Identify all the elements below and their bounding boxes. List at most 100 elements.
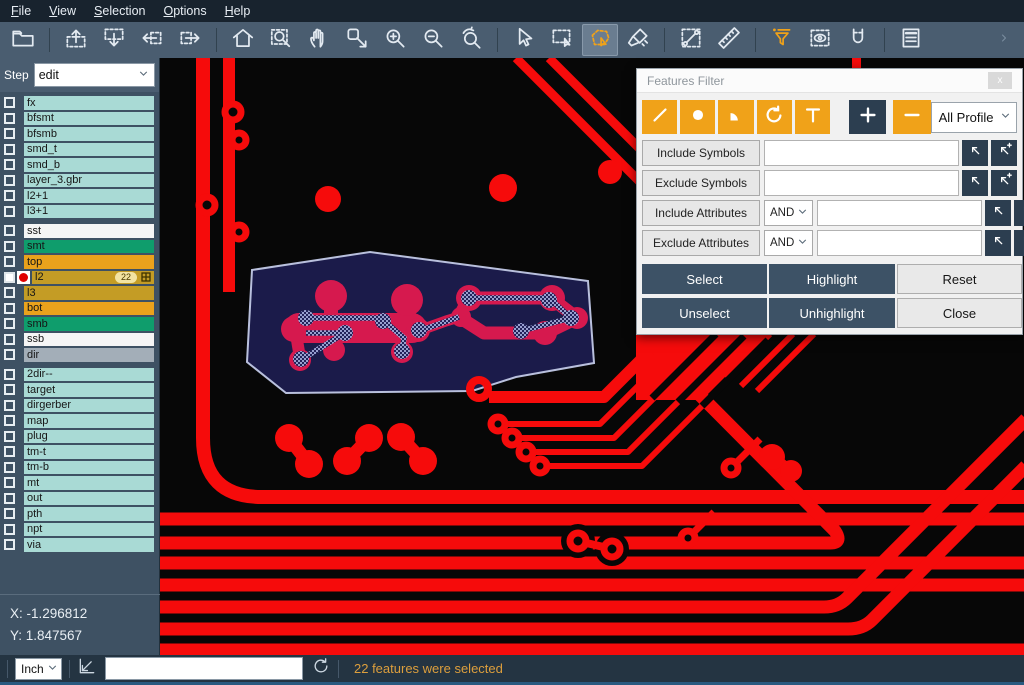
layer-visibility-checkbox[interactable] <box>4 225 15 236</box>
layer-visibility-checkbox[interactable] <box>4 256 15 267</box>
layer-color-bar[interactable]: bfsmb <box>24 127 154 141</box>
pad-shape-button[interactable] <box>718 100 753 134</box>
menu-item-file[interactable]: File <box>2 2 40 20</box>
unselect-button[interactable]: Unselect <box>642 298 767 328</box>
layers-panel-button[interactable] <box>893 24 929 56</box>
layer-color-bar[interactable]: pth <box>24 507 154 521</box>
layer-visibility-checkbox[interactable] <box>4 128 15 139</box>
zoom-out-button[interactable] <box>415 24 451 56</box>
layer-color-bar[interactable]: bfsmt <box>24 112 154 126</box>
layer-row-tm-t[interactable]: tm-t <box>0 445 159 459</box>
layer-color-bar[interactable]: smd_b <box>24 158 154 172</box>
layer-row-via[interactable]: via <box>0 538 159 552</box>
exclude-symbols-input[interactable] <box>764 170 959 196</box>
layer-visibility-checkbox[interactable] <box>4 369 15 380</box>
exclude-attributes-pick-add-button[interactable] <box>1014 230 1024 256</box>
layer-row-sst[interactable]: sst <box>0 224 159 238</box>
layer-color-bar[interactable]: ssb <box>24 333 154 347</box>
layer-color-bar[interactable]: tm-t <box>24 445 154 459</box>
include-attributes-operator-select[interactable]: AND <box>764 200 813 226</box>
layer-row-bfsmb[interactable]: bfsmb <box>0 127 159 141</box>
include-attributes-pick-add-button[interactable] <box>1014 200 1024 226</box>
exclude-symbols-pick-button[interactable] <box>962 170 988 196</box>
select-button[interactable]: Select <box>642 264 767 294</box>
layer-row-out[interactable]: out <box>0 492 159 506</box>
layer-visibility-checkbox[interactable] <box>4 318 15 329</box>
layer-color-bar[interactable]: dirgerber <box>24 399 154 413</box>
include-symbols-pick-add-button[interactable] <box>991 140 1017 166</box>
exclude-symbols-button[interactable]: Exclude Symbols <box>642 170 760 196</box>
highlight-button[interactable]: Highlight <box>769 264 895 294</box>
menu-item-view[interactable]: View <box>40 2 85 20</box>
layer-color-bar[interactable]: fx <box>24 96 154 110</box>
measure-corner-icon[interactable] <box>77 656 97 681</box>
layer-color-bar[interactable]: mt <box>24 476 154 490</box>
layer-color-bar[interactable]: smb <box>24 317 154 331</box>
layer-color-bar[interactable]: l222 <box>32 271 154 285</box>
home-view-button[interactable] <box>225 24 261 56</box>
step-right-button[interactable] <box>172 24 208 56</box>
layer-color-bar[interactable]: npt <box>24 523 154 537</box>
exclude-attributes-button[interactable]: Exclude Attributes <box>642 230 760 256</box>
layer-color-bar[interactable]: target <box>24 383 154 397</box>
unhighlight-button[interactable]: Unhighlight <box>769 298 895 328</box>
dialog-close-button[interactable]: x <box>988 72 1012 89</box>
menu-item-help[interactable]: Help <box>216 2 260 20</box>
layer-visibility-checkbox[interactable] <box>4 206 15 217</box>
layer-color-bar[interactable]: l3+1 <box>24 205 154 219</box>
layer-color-bar[interactable]: 2dir-- <box>24 368 154 382</box>
step-down-button[interactable] <box>96 24 132 56</box>
layer-row-layer_3.gbr[interactable]: layer_3.gbr <box>0 174 159 188</box>
layer-visibility-checkbox[interactable] <box>4 462 15 473</box>
profile-select[interactable]: All Profile <box>931 102 1017 133</box>
exclude-symbols-pick-add-button[interactable] <box>991 170 1017 196</box>
layer-row-fx[interactable]: fx <box>0 96 159 110</box>
layer-row-l3+1[interactable]: l3+1 <box>0 205 159 219</box>
step-up-button[interactable] <box>58 24 94 56</box>
view-window-button[interactable] <box>802 24 838 56</box>
rect-select-button[interactable] <box>544 24 580 56</box>
menu-item-selection[interactable]: Selection <box>85 2 154 20</box>
exclude-attributes-operator-select[interactable]: AND <box>764 230 813 256</box>
step-select[interactable]: edit <box>34 63 155 87</box>
select-cursor-button[interactable] <box>506 24 542 56</box>
open-project-button[interactable] <box>5 24 41 56</box>
add-filter-button[interactable] <box>849 100 886 134</box>
layer-visibility-checkbox[interactable] <box>4 159 15 170</box>
menu-item-options[interactable]: Options <box>154 2 215 20</box>
toolbar-overflow-button[interactable] <box>986 24 1022 56</box>
layer-visibility-checkbox[interactable] <box>4 190 15 201</box>
layer-color-bar[interactable]: out <box>24 492 154 506</box>
layer-color-bar[interactable]: l2+1 <box>24 189 154 203</box>
layer-row-bot[interactable]: bot <box>0 302 159 316</box>
layer-visibility-checkbox[interactable] <box>4 524 15 535</box>
layer-visibility-checkbox[interactable] <box>4 508 15 519</box>
arc-shape-button[interactable] <box>757 100 792 134</box>
layer-visibility-checkbox[interactable] <box>4 493 15 504</box>
layer-visibility-checkbox[interactable] <box>4 272 15 283</box>
layer-row-dir[interactable]: dir <box>0 348 159 362</box>
layer-row-l2+1[interactable]: l2+1 <box>0 189 159 203</box>
layer-visibility-checkbox[interactable] <box>4 287 15 298</box>
layer-visibility-checkbox[interactable] <box>4 415 15 426</box>
layer-visibility-checkbox[interactable] <box>4 431 15 442</box>
layer-visibility-checkbox[interactable] <box>4 113 15 124</box>
layer-color-bar[interactable]: dir <box>24 348 154 362</box>
dialog-title-bar[interactable]: Features Filter x <box>637 69 1022 93</box>
layer-row-npt[interactable]: npt <box>0 523 159 537</box>
include-symbols-button[interactable]: Include Symbols <box>642 140 760 166</box>
layer-visibility-checkbox[interactable] <box>4 384 15 395</box>
zoom-previous-button[interactable] <box>453 24 489 56</box>
layer-visibility-checkbox[interactable] <box>4 97 15 108</box>
reset-button[interactable]: Reset <box>897 264 1022 294</box>
layer-row-l2[interactable]: l222 <box>0 271 159 285</box>
layer-row-tm-b[interactable]: tm-b <box>0 461 159 475</box>
include-attributes-input[interactable] <box>817 200 982 226</box>
layer-row-smd_b[interactable]: smd_b <box>0 158 159 172</box>
layer-row-top[interactable]: top <box>0 255 159 269</box>
exclude-attributes-pick-button[interactable] <box>985 230 1011 256</box>
layer-row-mt[interactable]: mt <box>0 476 159 490</box>
sync-icon[interactable] <box>311 656 331 681</box>
layer-color-bar[interactable]: map <box>24 414 154 428</box>
measure-distance-button[interactable] <box>673 24 709 56</box>
